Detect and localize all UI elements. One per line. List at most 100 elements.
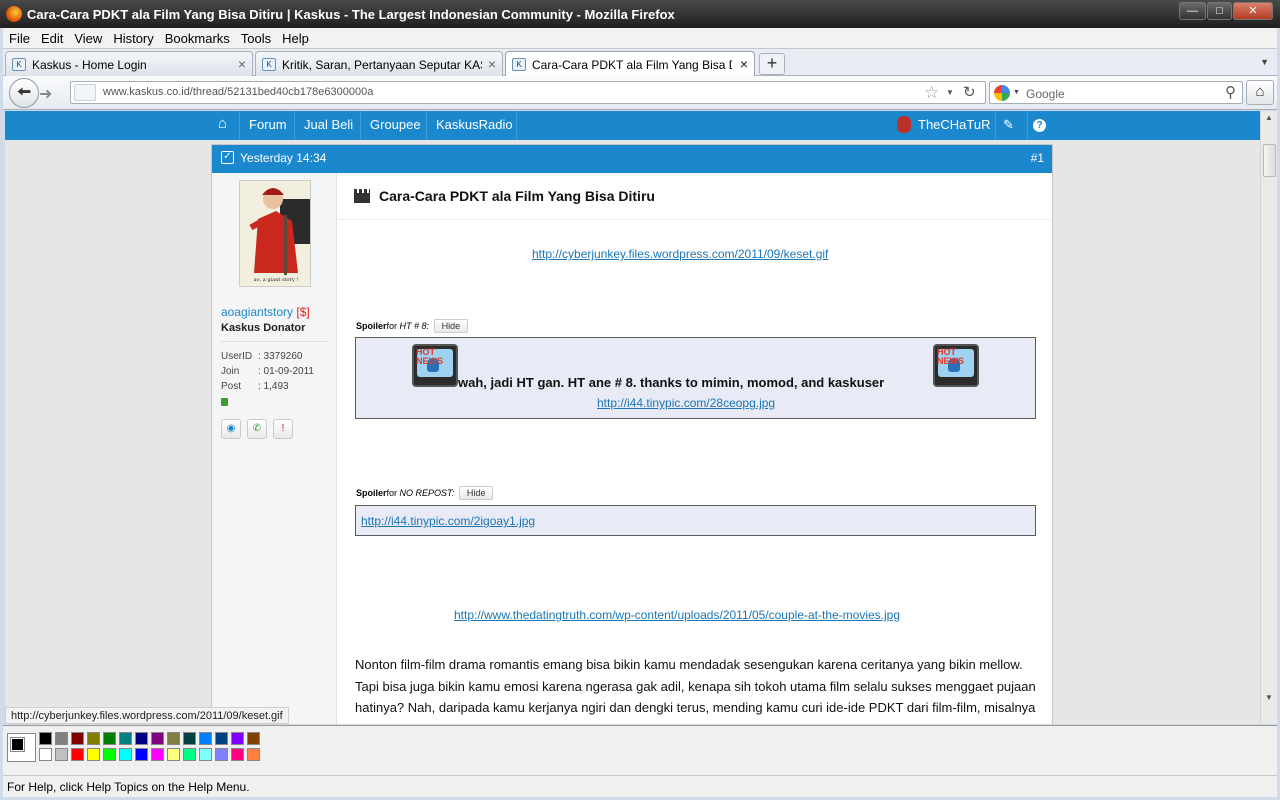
new-tab-button[interactable]: +	[759, 53, 785, 75]
profile-icon[interactable]: ◉	[221, 419, 241, 439]
color-swatch[interactable]	[215, 748, 228, 761]
color-swatch[interactable]	[39, 732, 52, 745]
current-color-indicator[interactable]	[7, 733, 36, 762]
username[interactable]: aoagiantstory [$]	[221, 305, 310, 319]
maximize-button[interactable]: □	[1207, 2, 1232, 20]
color-swatch[interactable]	[71, 748, 84, 761]
search-input[interactable]: Google	[1026, 87, 1065, 101]
menu-edit[interactable]: Edit	[35, 28, 68, 46]
color-swatch[interactable]	[199, 732, 212, 745]
color-swatch[interactable]	[247, 748, 260, 761]
home-icon[interactable]: ⌂	[218, 115, 227, 132]
user-avatar[interactable]	[897, 116, 911, 133]
edit-pencil-icon[interactable]: ✎	[1003, 117, 1014, 133]
ht-image-link[interactable]: http://i44.tinypic.com/28ceopg.jpg	[597, 396, 775, 410]
color-swatch[interactable]	[167, 732, 180, 745]
tab-kaskus-home[interactable]: K Kaskus - Home Login ×	[5, 51, 253, 76]
google-logo-icon[interactable]	[994, 85, 1010, 101]
search-bar[interactable]: ▼ Google ⚲	[989, 81, 1243, 104]
nav-username[interactable]: TheCHaTuR	[918, 117, 990, 132]
color-swatch[interactable]	[119, 732, 132, 745]
search-engine-dropdown-icon[interactable]: ▼	[1013, 89, 1020, 96]
page-content: ⌂ Forum Jual Beli Groupee KaskusRadio Th…	[5, 111, 1260, 724]
scrollbar-thumb[interactable]	[1263, 144, 1276, 177]
link-hover-status: http://cyberjunkey.files.wordpress.com/2…	[5, 707, 289, 724]
online-status-icon	[221, 398, 228, 406]
nav-jual-beli[interactable]: Jual Beli	[304, 117, 353, 132]
title-divider	[338, 219, 1052, 220]
page-scrollbar[interactable]: ▲ ▼	[1260, 111, 1277, 724]
message-icon[interactable]: ✆	[247, 419, 267, 439]
color-swatch[interactable]	[103, 748, 116, 761]
help-icon[interactable]: ?	[1033, 119, 1046, 132]
color-swatch[interactable]	[103, 732, 116, 745]
window-title: Cara-Cara PDKT ala Film Yang Bisa Ditiru…	[27, 7, 675, 22]
list-all-tabs-icon[interactable]: ▼	[1260, 57, 1269, 67]
color-swatch[interactable]	[119, 748, 132, 761]
user-avatar-image[interactable]: ao, a giant story !	[239, 180, 311, 287]
color-swatch[interactable]	[55, 732, 68, 745]
menu-file[interactable]: File	[3, 28, 35, 46]
report-icon[interactable]: !	[273, 419, 293, 439]
spoiler-hide-button[interactable]: Hide	[433, 319, 469, 333]
color-swatch[interactable]	[71, 732, 84, 745]
color-swatch[interactable]	[151, 748, 164, 761]
image-link-couple-movies[interactable]: http://www.thedatingtruth.com/wp-content…	[454, 608, 900, 622]
tab-kritik-saran[interactable]: K Kritik, Saran, Pertanyaan Seputar KASK…	[255, 51, 503, 76]
site-identity-icon[interactable]	[74, 84, 96, 101]
reload-icon[interactable]: ↻	[963, 83, 976, 101]
color-swatch[interactable]	[215, 732, 228, 745]
spoiler-repost-header: Spoilerfor NO REPOST: Hide	[356, 486, 494, 500]
nav-groupee[interactable]: Groupee	[370, 117, 421, 132]
search-magnifier-icon[interactable]: ⚲	[1225, 83, 1236, 101]
kaskus-favicon-icon: K	[12, 58, 26, 71]
color-swatch[interactable]	[39, 748, 52, 761]
menu-view[interactable]: View	[68, 28, 107, 46]
color-swatch[interactable]	[199, 748, 212, 761]
menu-help[interactable]: Help	[276, 28, 314, 46]
color-swatch[interactable]	[135, 748, 148, 761]
tab-cara-cara-pdkt[interactable]: K Cara-Cara PDKT ala Film Yang Bisa Diti…	[505, 51, 755, 77]
color-swatch[interactable]	[55, 748, 68, 761]
close-tab-icon[interactable]: ×	[238, 56, 246, 72]
url-history-dropdown-icon[interactable]: ▼	[946, 88, 954, 97]
spoiler-hide-button[interactable]: Hide	[458, 486, 494, 500]
username-text[interactable]: aoagiantstory	[221, 305, 293, 319]
url-bar[interactable]: www.kaskus.co.id/thread/52131bed40cb178e…	[70, 81, 986, 104]
color-swatch[interactable]	[183, 748, 196, 761]
close-window-button[interactable]: ✕	[1233, 2, 1273, 20]
menu-history[interactable]: History	[107, 28, 158, 46]
color-swatch[interactable]	[87, 748, 100, 761]
image-link-keset[interactable]: http://cyberjunkey.files.wordpress.com/2…	[532, 247, 828, 261]
scroll-down-icon[interactable]: ▼	[1265, 693, 1273, 702]
forward-button[interactable]: ➜	[39, 84, 52, 104]
post-header: ✓ Yesterday 14:34 #1	[212, 145, 1052, 173]
color-swatch[interactable]	[183, 732, 196, 745]
close-tab-icon[interactable]: ×	[488, 56, 496, 72]
home-button[interactable]: ⌂	[1246, 80, 1274, 105]
color-swatch[interactable]	[231, 748, 244, 761]
scroll-up-icon[interactable]: ▲	[1265, 113, 1273, 122]
color-palette	[3, 725, 1277, 775]
color-swatch[interactable]	[247, 732, 260, 745]
color-swatch[interactable]	[151, 732, 164, 745]
user-stat-join: Join: 01-09-2011	[221, 366, 314, 377]
thread-post: ✓ Yesterday 14:34 #1 ao, a giant story !	[211, 144, 1053, 724]
url-text[interactable]: www.kaskus.co.id/thread/52131bed40cb178e…	[103, 86, 373, 98]
hot-news-tv-icon: HOT NEWS	[412, 344, 458, 387]
minimize-button[interactable]: —	[1179, 2, 1206, 20]
repost-image-link[interactable]: http://i44.tinypic.com/2igoay1.jpg	[361, 514, 535, 528]
color-swatch[interactable]	[87, 732, 100, 745]
nav-forum[interactable]: Forum	[249, 117, 287, 132]
close-tab-icon[interactable]: ×	[740, 56, 748, 72]
color-swatch[interactable]	[167, 748, 180, 761]
menu-tools[interactable]: Tools	[235, 28, 276, 46]
bookmark-star-icon[interactable]: ☆	[924, 83, 939, 103]
post-number[interactable]: #1	[1031, 151, 1044, 165]
post-title-text: Cara-Cara PDKT ala Film Yang Bisa Ditiru	[379, 188, 655, 204]
nav-kaskusradio[interactable]: KaskusRadio	[436, 117, 513, 132]
color-swatch[interactable]	[231, 732, 244, 745]
menu-bookmarks[interactable]: Bookmarks	[159, 28, 235, 46]
color-swatch[interactable]	[135, 732, 148, 745]
back-button[interactable]: 🠨	[9, 78, 39, 108]
